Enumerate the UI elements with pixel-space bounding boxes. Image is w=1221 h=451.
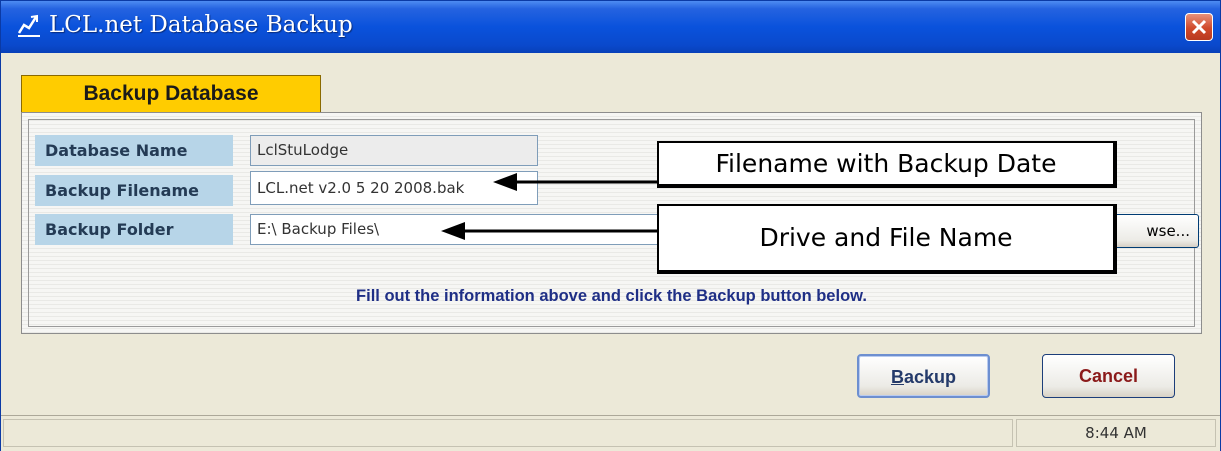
close-button[interactable] [1185,13,1213,41]
database-name-field[interactable]: LclStuLodge [250,135,538,166]
backup-dialog: LCL.net Database Backup Backup Database … [0,0,1221,451]
database-name-label: Database Name [35,135,233,166]
status-panel [3,419,1013,447]
filename-callout: Filename with Backup Date [657,141,1117,188]
window-title: LCL.net Database Backup [49,12,353,38]
folder-callout: Drive and File Name [657,204,1117,274]
backup-label: ackup [903,367,957,387]
backup-button[interactable]: Backup [857,354,990,398]
tab-backup-database[interactable]: Backup Database [21,75,321,113]
instruction-text: Fill out the information above and click… [356,287,867,305]
filename-arrow [493,173,658,191]
backup-accelerator: B [890,367,904,387]
title-bar[interactable]: LCL.net Database Backup [1,1,1220,53]
status-time: 8:44 AM [1016,419,1216,447]
backup-filename-label: Backup Filename [35,175,233,206]
chart-icon [16,13,42,39]
cancel-button[interactable]: Cancel [1042,354,1175,398]
folder-arrow [441,222,659,240]
close-icon [1191,19,1207,35]
status-bar: 8:44 AM [1,415,1220,451]
backup-folder-label: Backup Folder [35,214,233,245]
